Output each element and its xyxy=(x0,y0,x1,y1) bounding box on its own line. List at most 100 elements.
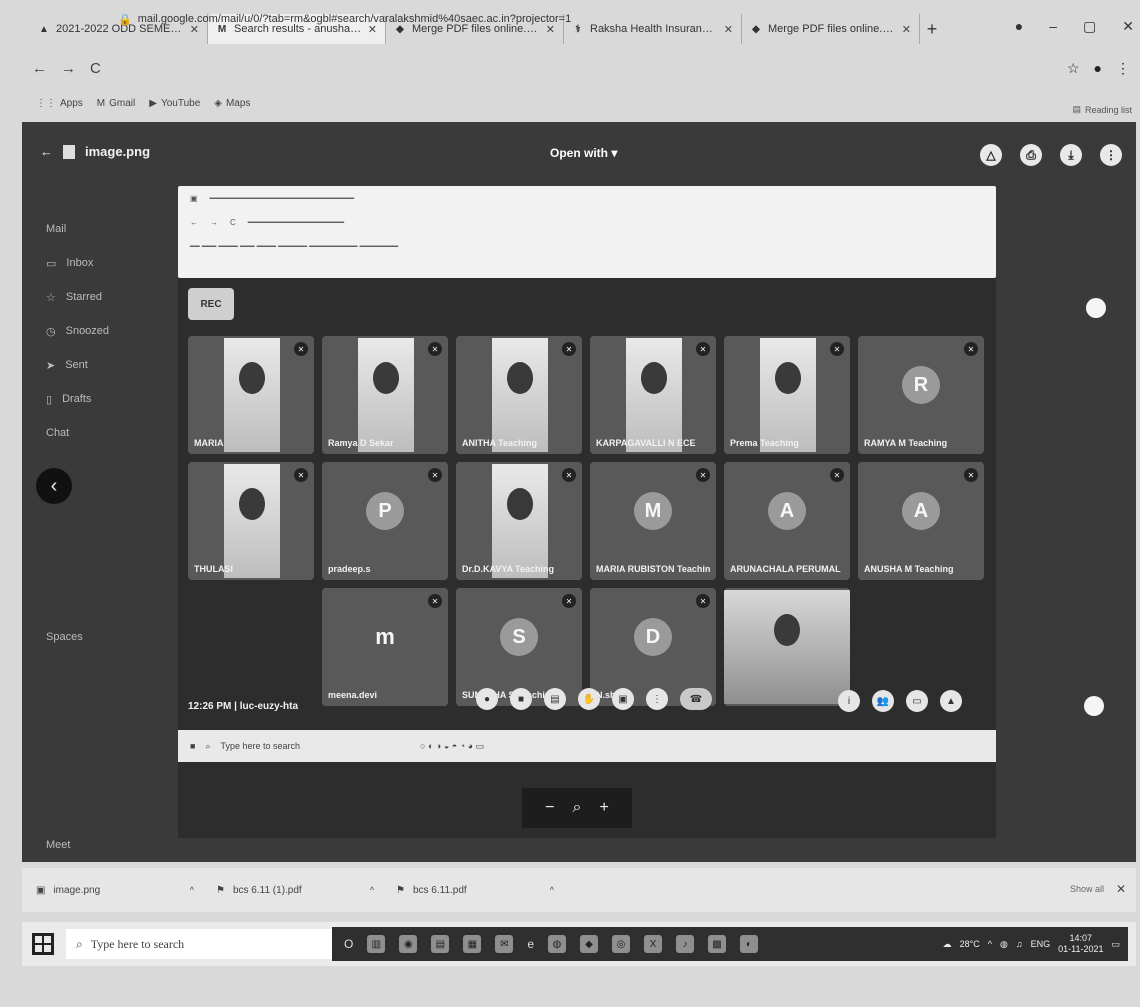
person-silhouette xyxy=(373,362,399,394)
extension-icon[interactable]: ● xyxy=(1094,60,1102,77)
back-arrow-icon[interactable]: ← xyxy=(40,144,53,159)
pdf-file-icon: ⚑ xyxy=(216,884,225,896)
back-icon: ← xyxy=(190,217,198,227)
app-icon[interactable]: ◎ xyxy=(612,935,631,953)
edge-icon[interactable]: e xyxy=(527,937,534,951)
person-silhouette xyxy=(775,362,801,394)
participant-video xyxy=(626,338,682,452)
star-icon: ☆ xyxy=(46,291,56,304)
bookmark-gmail[interactable]: M Gmail xyxy=(97,98,135,109)
bookmark-label: Maps xyxy=(225,97,251,109)
clock[interactable]: 14:07 01-11-2021 xyxy=(1058,933,1103,955)
app-icon[interactable]: ◆ xyxy=(580,935,599,953)
present-icon: ▣ xyxy=(612,688,634,710)
mic-muted-icon: ✕ xyxy=(428,594,442,608)
meet-side-controls: i 👥 ▭ ▲ xyxy=(838,690,962,712)
volume-icon[interactable]: ♫ xyxy=(1016,939,1023,949)
recording-badge: REC xyxy=(188,288,234,320)
reload-icon[interactable]: C xyxy=(90,60,101,77)
system-tray: ☁ 28°C ^ ◍ ♫ ENG 14:07 01-11-2021 ▭ xyxy=(943,933,1120,955)
participant-tile: A ✕ ARUNACHALA PERUMAL xyxy=(724,462,850,580)
previous-image-button[interactable]: ‹ xyxy=(36,468,72,504)
captured-address-row: ← → C ━━━━━━━━━━━━━━━━━━━━ xyxy=(178,210,996,234)
app-icon[interactable]: ♪ xyxy=(676,935,695,953)
mail-icon[interactable]: ✉ xyxy=(495,935,514,953)
chrome-icon[interactable]: ◉ xyxy=(399,935,418,953)
app-icon[interactable]: ◐ xyxy=(740,935,759,953)
taskbar-search[interactable]: ⌕ Type here to search xyxy=(66,929,336,959)
windows-start-icon[interactable] xyxy=(32,933,54,955)
minimize-button[interactable]: – xyxy=(1049,18,1057,35)
captured-search-text: Type here to search xyxy=(220,741,301,751)
app-icon[interactable]: ▩ xyxy=(708,935,727,953)
word-icon[interactable]: ▦ xyxy=(463,935,482,953)
notification-icon[interactable]: ▭ xyxy=(1111,939,1120,950)
zoom-in-button[interactable]: + xyxy=(599,799,608,817)
zoom-out-button[interactable]: − xyxy=(545,799,554,817)
mic-muted-icon: ✕ xyxy=(562,594,576,608)
pdf-file-icon: ⚑ xyxy=(396,884,405,896)
taskbar-search-text: Type here to search xyxy=(90,936,185,951)
chevron-up-icon[interactable]: ^ xyxy=(370,885,374,895)
tray-expand-icon[interactable]: ^ xyxy=(988,939,992,949)
download-icon[interactable]: ⤓ xyxy=(1060,144,1082,166)
show-all-link[interactable]: Show all xyxy=(1070,884,1104,894)
participant-name: ARUNACHALA PERUMAL xyxy=(730,564,841,574)
print-icon[interactable]: ⎙ xyxy=(1020,144,1042,166)
zoom-controls: − ⌕ + xyxy=(522,788,632,828)
close-icon[interactable]: ✕ xyxy=(1116,882,1126,896)
sidebar-label: Spaces xyxy=(46,631,83,643)
bookmark-apps[interactable]: ⋮⋮ Apps xyxy=(36,98,83,109)
sidebar-label: Chat xyxy=(46,427,70,439)
participant-avatar: R xyxy=(902,366,940,404)
chevron-up-icon[interactable]: ^ xyxy=(550,885,554,895)
captured-browser-header: ▣ ━━━━━━━━━━━━━━━━━━━━━━━━━━━━━━ ← → C ━━━━━… xyxy=(178,186,996,278)
weather-icon[interactable]: ☁ xyxy=(943,939,952,950)
maximize-button[interactable]: ▢ xyxy=(1083,18,1096,35)
clock-time: 14:07 xyxy=(1069,933,1093,943)
url-field[interactable]: 🔒 mail.google.com/mail/u/0/?tab=rm&ogbl#… xyxy=(118,8,1038,30)
language-indicator[interactable]: ENG xyxy=(1031,939,1051,949)
mic-muted-icon: ✕ xyxy=(696,342,710,356)
task-view-icon[interactable]: ▥ xyxy=(367,935,386,953)
participant-tile: ✕ KARPAGAVALLI N ECE xyxy=(590,336,716,454)
download-item[interactable]: ▣ image.png ^ xyxy=(22,885,202,896)
maps-icon: ◈ xyxy=(214,97,222,109)
reading-list[interactable]: ▤ Reading list xyxy=(1072,104,1132,115)
close-window-button[interactable]: ✕ xyxy=(1122,18,1134,35)
participant-tile: ✕ Prema Teaching xyxy=(724,336,850,454)
chevron-up-icon[interactable]: ^ xyxy=(190,885,194,895)
star-icon[interactable]: ☆ xyxy=(1067,60,1080,77)
open-with-button[interactable]: Open with ▾ xyxy=(550,146,617,160)
participant-video xyxy=(760,338,816,452)
more-icon[interactable]: ⋮ xyxy=(1100,144,1122,166)
participant-name: ANITHA Teaching xyxy=(462,438,538,448)
cortana-icon[interactable]: O xyxy=(344,937,353,951)
sidebar-item-sent: ➤ Sent xyxy=(34,348,174,382)
person-silhouette xyxy=(507,362,533,394)
download-item[interactable]: ⚑ bcs 6.11 (1).pdf ^ xyxy=(202,885,382,896)
meet-bottom-bar: 12:26 PM | luc-euzy-hta ● ■ ▤ ✋ ▣ ⋮ ☎ i … xyxy=(188,686,988,726)
add-to-drive-icon[interactable]: △ xyxy=(980,144,1002,166)
participant-video xyxy=(358,338,414,452)
excel-icon[interactable]: X xyxy=(644,935,663,953)
app-icon[interactable]: ◍ xyxy=(548,935,567,953)
participant-avatar: A xyxy=(902,492,940,530)
mic-muted-icon: ✕ xyxy=(964,342,978,356)
participant-video xyxy=(224,338,280,452)
bookmark-maps[interactable]: ◈ Maps xyxy=(214,98,250,109)
participant-tile: M ✕ MARIA RUBISTON Teaching xyxy=(590,462,716,580)
menu-icon[interactable]: ⋮ xyxy=(1116,60,1130,77)
image-file-icon xyxy=(63,144,75,159)
network-icon[interactable]: ◍ xyxy=(1000,939,1008,950)
meet-tab-icon: ▣ xyxy=(190,193,198,203)
download-item[interactable]: ⚑ bcs 6.11.pdf ^ xyxy=(382,885,562,896)
bookmark-youtube[interactable]: ▶ YouTube xyxy=(149,98,200,109)
back-icon[interactable]: ← xyxy=(32,60,47,77)
meet-screenshot: REC ✕ MARIA ✕ Ramya D Sekar ✕ ANITHA Teaching… xyxy=(178,278,996,838)
reading-list-label: Reading list xyxy=(1084,104,1132,115)
file-explorer-icon[interactable]: ▤ xyxy=(431,935,450,953)
tab-placeholder: ━━━━━━━━━━━━━━━━━━━━━━━━━━━━━━ xyxy=(209,193,355,203)
camera-icon: ■ xyxy=(510,688,532,710)
forward-icon[interactable]: → xyxy=(61,60,76,77)
